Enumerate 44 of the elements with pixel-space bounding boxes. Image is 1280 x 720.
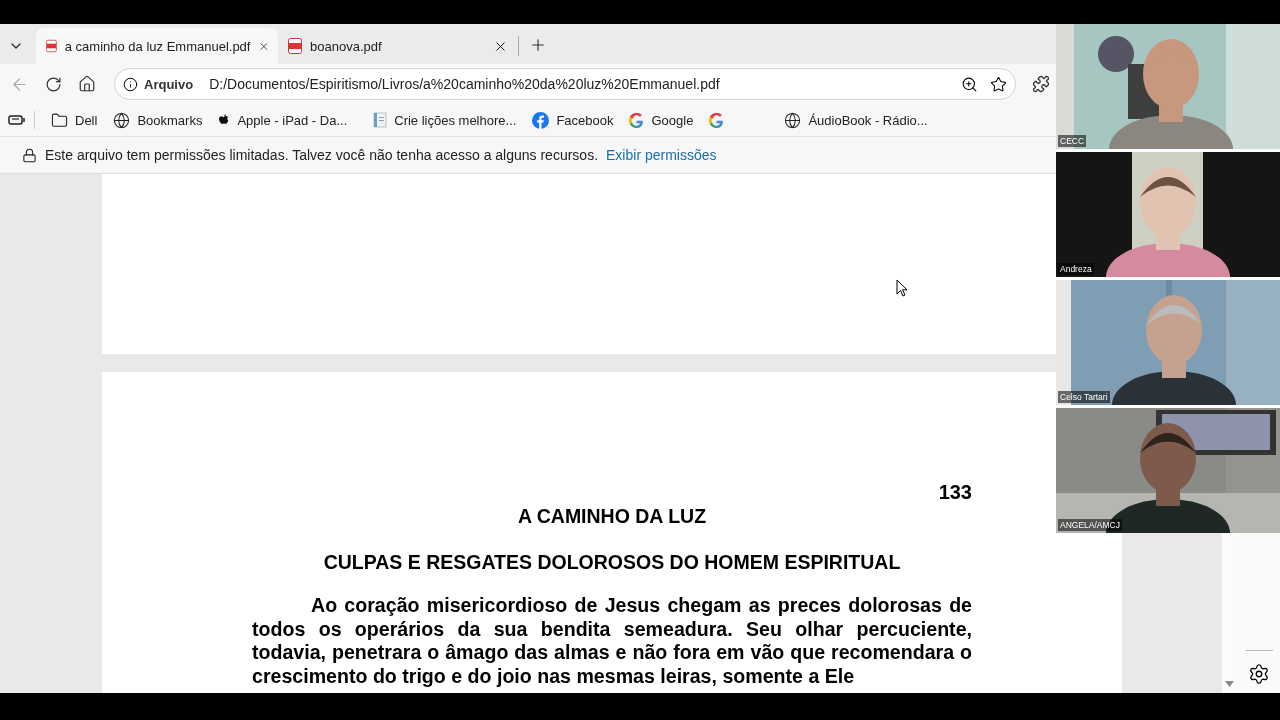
scroll-down-icon[interactable] xyxy=(1225,681,1234,687)
chapter-title: CULPAS E RESGATES DOLOROSOS DO HOMEM ESPIRITUAL xyxy=(323,551,901,574)
tab-actions-icon[interactable] xyxy=(8,113,26,127)
address-bar[interactable]: Arquivo D:/Documentos/Espiritismo/Livros/a%20caminho%20da%20luz%20Emmanuel.pdf xyxy=(114,68,1016,100)
permissions-link[interactable]: Exibir permissões xyxy=(606,147,717,163)
participant-name: Celso Tartari xyxy=(1058,391,1110,403)
browser-tab[interactable]: a caminho da luz Emmanuel.pdf xyxy=(36,28,278,64)
pdf-file-icon xyxy=(288,38,302,54)
apple-logo-icon xyxy=(218,113,231,127)
globe-icon xyxy=(113,111,131,129)
facebook-logo-icon xyxy=(532,111,550,129)
star-icon[interactable] xyxy=(990,75,1007,93)
google-logo-icon xyxy=(709,112,725,128)
plus-icon xyxy=(529,36,547,54)
folder-icon xyxy=(51,111,68,129)
bookmark-link[interactable]: Facebook xyxy=(524,109,622,131)
document-icon xyxy=(373,112,388,128)
participant-name: Andreza xyxy=(1058,263,1094,275)
page-number: 133 xyxy=(938,481,972,504)
lock-icon xyxy=(22,147,37,163)
bookmark-link[interactable]: Dell xyxy=(43,109,106,131)
settings-icon[interactable] xyxy=(1247,663,1270,685)
puzzle-icon xyxy=(1032,75,1050,93)
bookmark-link[interactable]: ÁudioBook - Rádio... xyxy=(776,109,936,131)
bookmark-link[interactable]: Bookmarks xyxy=(105,109,211,131)
home-icon xyxy=(78,75,96,93)
body-paragraph: Ao coração misericordioso de Jesus chegam as preces dolorosas de todos os operários da sua bendita semeadura. Seu olhar percuciente, todavia, penetrara o âmago das almas e não fora em vão que recomendara o crescimento do trigo e do joio nas mesmas leiras, somente a Ele xyxy=(252,594,972,688)
zoom-in-icon[interactable] xyxy=(961,75,978,93)
url-text: D:/Documentos/Espiritismo/Livros/a%20caminho%20da%20luz%20Emmanuel.pdf xyxy=(209,76,721,92)
browser-tab[interactable]: boanova.pdf xyxy=(278,28,516,64)
participant-name: CECC xyxy=(1058,135,1087,147)
bookmark-link[interactable]: Google xyxy=(621,110,702,130)
globe-icon xyxy=(784,111,802,129)
reload-icon xyxy=(45,75,62,93)
bookmark-link[interactable]: Apple - iPad - Da... xyxy=(210,110,356,130)
google-logo-icon xyxy=(629,112,645,128)
bookmark-link[interactable]: Crie lições melhore... xyxy=(365,110,525,130)
mouse-cursor-icon xyxy=(896,279,908,297)
file-scheme-label: Arquivo xyxy=(144,76,194,92)
pdf-file-icon xyxy=(46,38,57,54)
info-icon xyxy=(123,76,138,92)
book-title: A CAMINHO DA LUZ xyxy=(517,505,707,528)
participant-name: ANGELA/AMCJ xyxy=(1058,519,1122,531)
permissions-message: Este arquivo tem permissões limitadas. Talvez você não tenha acesso a alguns recursos. xyxy=(45,147,599,163)
